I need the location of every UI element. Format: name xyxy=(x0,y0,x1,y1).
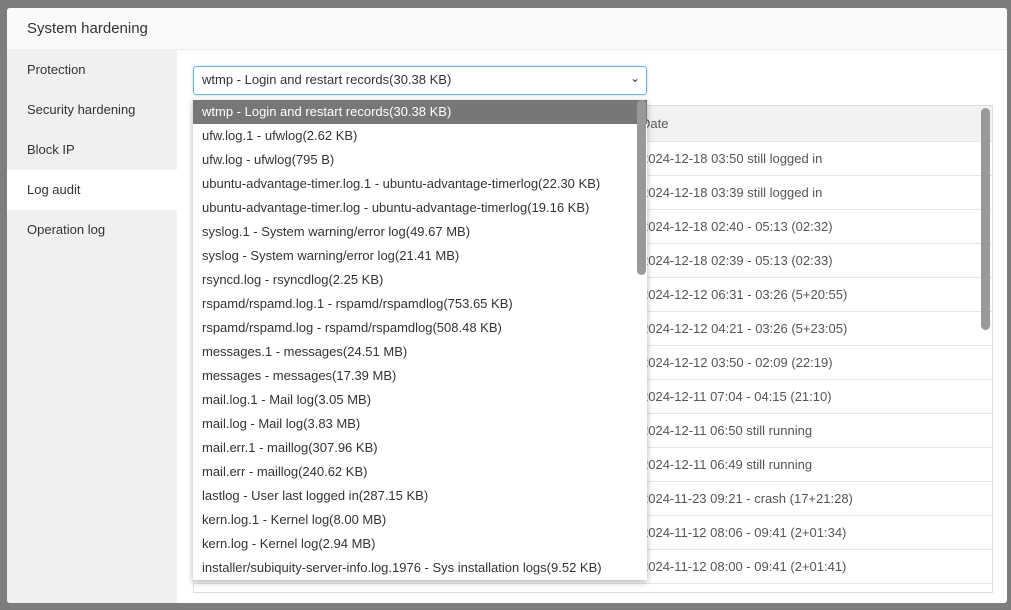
cell-date: 2024-12-12 03:50 - 02:09 (22:19) xyxy=(641,355,833,370)
sidebar-item-block-ip[interactable]: Block IP xyxy=(7,130,177,170)
sidebar-item-operation-log[interactable]: Operation log xyxy=(7,210,177,250)
dropdown-option[interactable]: mail.log.1 - Mail log(3.05 MB) xyxy=(193,388,647,412)
dropdown-option[interactable]: rsyncd.log - rsyncdlog(2.25 KB) xyxy=(193,268,647,292)
dropdown-option[interactable]: mail.log - Mail log(3.83 MB) xyxy=(193,412,647,436)
sidebar-item-security-hardening[interactable]: Security hardening xyxy=(7,90,177,130)
dropdown-option[interactable]: syslog.1 - System warning/error log(49.6… xyxy=(193,220,647,244)
table-scrollbar[interactable] xyxy=(981,108,990,330)
dropdown-option[interactable]: kern.log - Kernel log(2.94 MB) xyxy=(193,532,647,556)
cell-date: 2024-12-12 06:31 - 03:26 (5+20:55) xyxy=(641,287,848,302)
dropdown-option[interactable]: syslog - System warning/error log(21.41 … xyxy=(193,244,647,268)
dropdown-option[interactable]: mail.err - maillog(240.62 KB) xyxy=(193,460,647,484)
dropdown-option[interactable]: rspamd/rspamd.log - rspamd/rspamdlog(508… xyxy=(193,316,647,340)
dropdown-option[interactable]: wtmp - Login and restart records(30.38 K… xyxy=(193,100,647,124)
cell-date: 2024-12-11 06:50 still running xyxy=(641,423,813,438)
cell-date: 2024-11-12 08:00 - 09:41 (2+01:41) xyxy=(641,559,847,574)
cell-date: 2024-12-18 02:40 - 05:13 (02:32) xyxy=(641,219,833,234)
chevron-down-icon: ⌄ xyxy=(629,71,640,85)
system-hardening-modal: System hardening Protection Security har… xyxy=(7,8,1007,603)
cell-date: 2024-12-18 03:39 still logged in xyxy=(641,185,823,200)
dropdown-option[interactable]: installer/subiquity-server-info.log.1976… xyxy=(193,556,647,580)
dropdown-option[interactable]: ufw.log.1 - ufwlog(2.62 KB) xyxy=(193,124,647,148)
dropdown-option[interactable]: rspamd/rspamd.log.1 - rspamd/rspamdlog(7… xyxy=(193,292,647,316)
dropdown-option[interactable]: kern.log.1 - Kernel log(8.00 MB) xyxy=(193,508,647,532)
sidebar: Protection Security hardening Block IP L… xyxy=(7,50,177,603)
dropdown-option[interactable]: ubuntu-advantage-timer.log - ubuntu-adva… xyxy=(193,196,647,220)
cell-date: 2024-12-12 04:21 - 03:26 (5+23:05) xyxy=(641,321,848,336)
cell-date: 2024-12-11 06:49 still running xyxy=(641,457,813,472)
select-value: wtmp - Login and restart records(30.38 K… xyxy=(202,72,452,87)
cell-date: 2024-11-12 08:06 - 09:41 (2+01:34) xyxy=(641,525,847,540)
sidebar-item-log-audit[interactable]: Log audit xyxy=(7,170,177,210)
dropdown-option[interactable]: ubuntu-advantage-timer.log.1 - ubuntu-ad… xyxy=(193,172,647,196)
dropdown-option[interactable]: lastlog - User last logged in(287.15 KB) xyxy=(193,484,647,508)
log-file-select[interactable]: wtmp - Login and restart records(30.38 K… xyxy=(193,66,647,95)
dropdown-option[interactable]: mail.err.1 - maillog(307.96 KB) xyxy=(193,436,647,460)
cell-date: 2024-12-18 02:39 - 05:13 (02:33) xyxy=(641,253,833,268)
cell-date: 2024-12-11 07:04 - 04:15 (21:10) xyxy=(641,389,832,404)
sidebar-item-protection[interactable]: Protection xyxy=(7,50,177,90)
cell-date: 2024-11-23 09:21 - crash (17+21:28) xyxy=(641,491,853,506)
dropdown-option[interactable]: ufw.log - ufwlog(795 B) xyxy=(193,148,647,172)
cell-date: 2024-12-18 03:50 still logged in xyxy=(641,151,823,166)
dropdown-option[interactable]: messages.1 - messages(24.51 MB) xyxy=(193,340,647,364)
log-file-dropdown: wtmp - Login and restart records(30.38 K… xyxy=(193,100,647,580)
modal-title: System hardening xyxy=(7,8,1007,50)
dropdown-scrollbar[interactable] xyxy=(637,100,646,275)
dropdown-option[interactable]: messages - messages(17.39 MB) xyxy=(193,364,647,388)
